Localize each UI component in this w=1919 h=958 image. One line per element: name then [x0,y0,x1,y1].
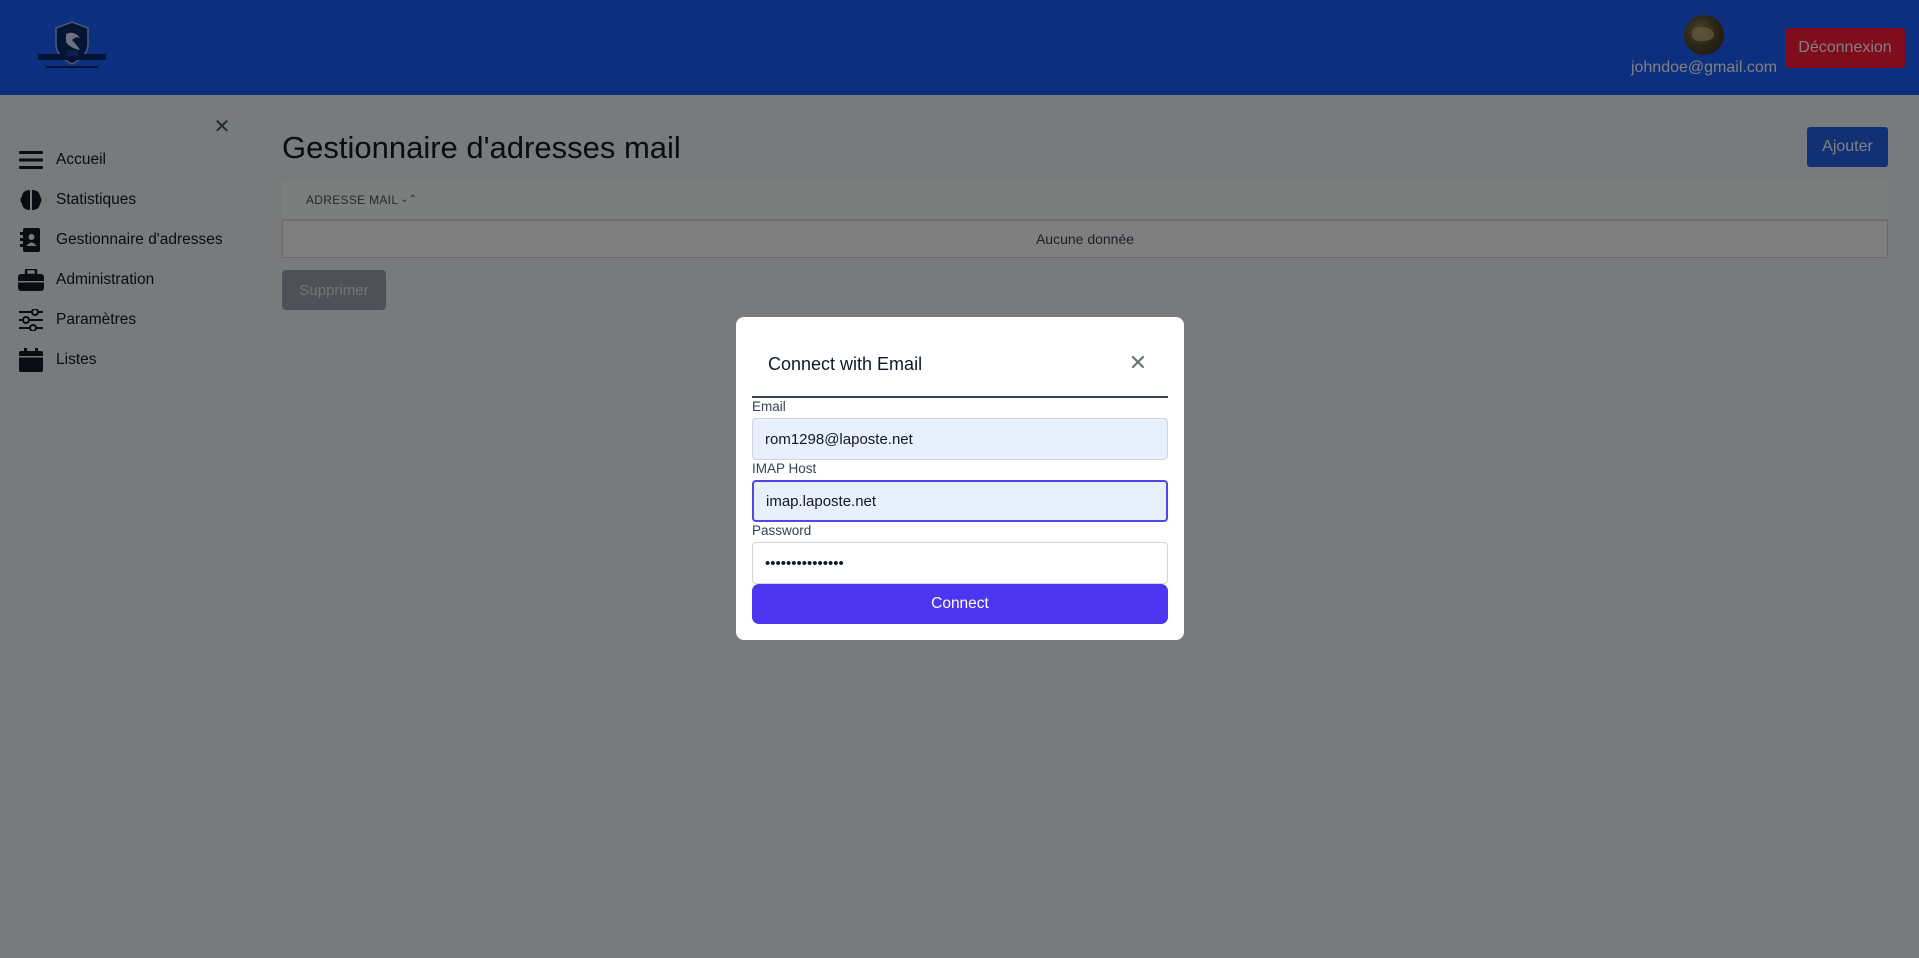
imap-host-label: IMAP Host [752,461,817,476]
password-label: Password [752,523,812,538]
imap-host-field[interactable] [752,480,1168,522]
email-label: Email [752,399,786,414]
modal-title: Connect with Email [768,354,923,374]
close-icon[interactable]: ✕ [1126,351,1150,375]
connect-email-modal: Connect with Email ✕ Email IMAP Host Pas… [736,317,1184,640]
connect-button[interactable]: Connect [752,584,1168,624]
email-field[interactable] [752,418,1168,460]
modal-divider [752,396,1168,398]
password-field[interactable] [752,542,1168,584]
